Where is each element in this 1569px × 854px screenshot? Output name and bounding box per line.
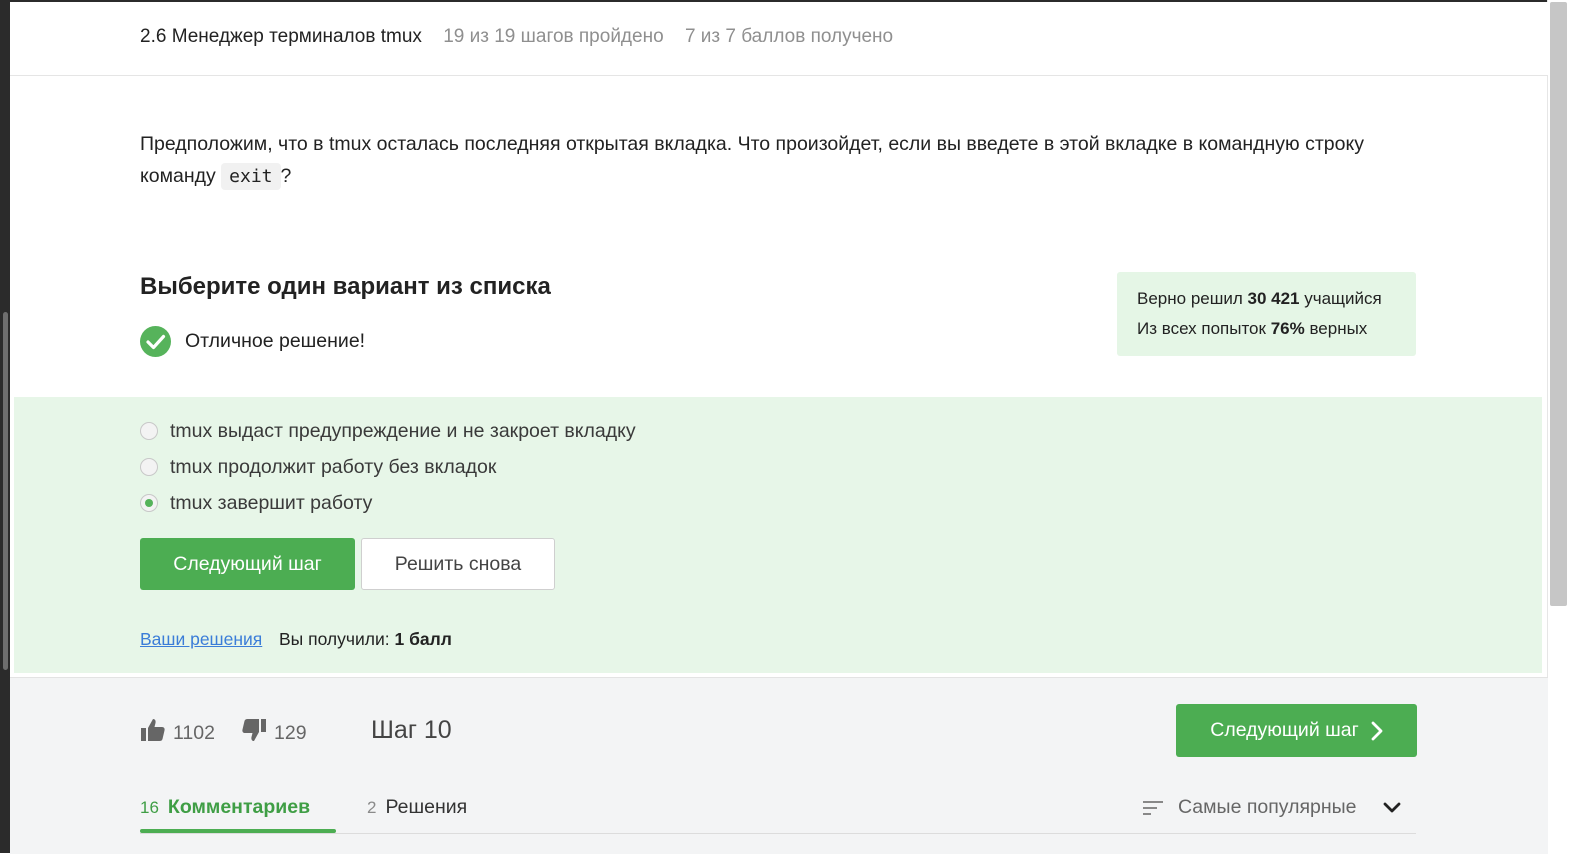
answer-option-1[interactable]: tmux выдаст предупреждение и не закроет … — [140, 419, 636, 443]
lesson-title[interactable]: 2.6 Менеджер терминалов tmux — [140, 26, 422, 47]
thumbs-up-icon — [140, 717, 166, 749]
attempts-prefix: Из всех попыток — [1137, 319, 1271, 338]
left-scrollbar[interactable] — [3, 312, 8, 670]
like-button[interactable]: 1102 — [140, 717, 215, 749]
attempts-suffix: верных — [1304, 319, 1368, 338]
dislike-button[interactable]: 129 — [241, 717, 307, 749]
dislikes-count: 129 — [274, 721, 307, 744]
solved-suffix: учащийся — [1299, 289, 1382, 308]
retry-button[interactable]: Решить снова — [361, 538, 555, 590]
chevron-down-icon[interactable] — [1383, 802, 1401, 814]
score-value: 1 балл — [394, 629, 452, 649]
attempts-percent: 76% — [1270, 319, 1305, 338]
left-window-edge — [0, 0, 10, 853]
step-number: Шаг 10 — [371, 716, 452, 744]
steps-progress: 19 из 19 шагов пройдено — [443, 26, 664, 47]
question-text-before: Предположим, что в tmux осталась последн… — [140, 133, 1364, 187]
footer-next-step-label: Следующий шаг — [1210, 719, 1359, 741]
tab-solutions-label: Решения — [385, 796, 468, 818]
thumbs-down-icon — [241, 717, 267, 749]
question-code: exit — [221, 163, 281, 190]
next-step-button[interactable]: Следующий шаг — [140, 538, 355, 590]
answer-option-2[interactable]: tmux продолжит работу без вкладок — [140, 455, 496, 479]
solved-prefix: Верно решил — [1137, 289, 1248, 308]
radio-button-selected[interactable] — [140, 494, 158, 512]
sort-dropdown[interactable]: Самые популярные — [1142, 796, 1401, 819]
likes-count: 1102 — [173, 721, 215, 744]
tabs-divider — [140, 833, 1416, 834]
attempts-line: Из всех попыток 76% верных — [1137, 319, 1367, 339]
stats-panel: Верно решил 30 421 учащийся Из всех попы… — [1117, 272, 1416, 356]
chevron-right-icon — [1371, 721, 1383, 740]
answer-option-label: tmux завершит работу — [170, 491, 373, 514]
your-solutions-link[interactable]: Ваши решения — [140, 629, 262, 650]
comments-count: 16 — [140, 798, 159, 817]
solutions-count: 2 — [367, 798, 377, 817]
sort-lines-icon — [1143, 800, 1163, 815]
solved-count-line: Верно решил 30 421 учащийся — [1137, 289, 1382, 309]
answer-option-3[interactable]: tmux завершит работу — [140, 491, 372, 515]
scrollbar-thumb[interactable] — [1550, 2, 1567, 606]
tab-comments[interactable]: 16 Комментариев — [140, 796, 310, 819]
page-scrollbar[interactable] — [1547, 0, 1569, 853]
radio-button[interactable] — [140, 422, 158, 440]
tab-comments-label: Комментариев — [167, 796, 311, 818]
score-text: Вы получили: 1 балл — [279, 629, 452, 650]
header-row: 2.6 Менеджер терминалов tmux 19 из 19 ша… — [140, 26, 893, 48]
radio-button[interactable] — [140, 458, 158, 476]
tab-solutions[interactable]: 2 Решения — [367, 796, 467, 819]
check-circle-icon — [140, 326, 171, 357]
question-text-after: ? — [280, 165, 292, 187]
lesson-header: 2.6 Менеджер терминалов tmux 19 из 19 ша… — [10, 2, 1548, 76]
sort-label: Самые популярные — [1178, 796, 1357, 818]
feedback-message: Отличное решение! — [185, 330, 366, 352]
score-label: Вы получили: — [279, 629, 390, 649]
answer-option-label: tmux продолжит работу без вкладок — [170, 455, 497, 478]
points-progress: 7 из 7 баллов получено — [684, 26, 894, 47]
answer-option-label: tmux выдаст предупреждение и не закроет … — [170, 419, 636, 442]
quiz-title: Выберите один вариант из списка — [140, 273, 551, 300]
solved-count: 30 421 — [1247, 289, 1300, 308]
footer-next-step-button[interactable]: Следующий шаг — [1176, 704, 1417, 757]
question-text: Предположим, что в tmux осталась последн… — [140, 128, 1400, 193]
